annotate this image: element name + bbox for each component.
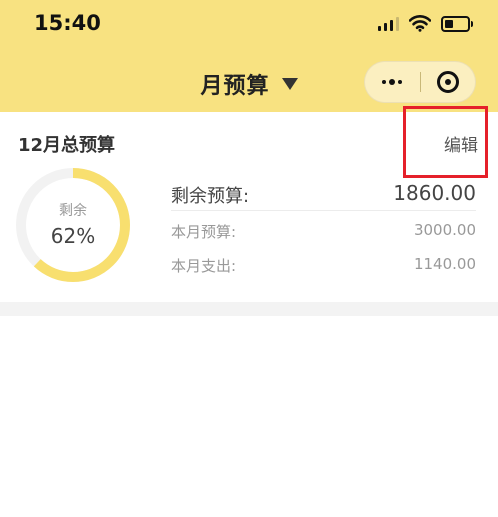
budget-page: 15:40 月预算 12月总预算 编辑 剩余 62% 剩余预算: 1860.00…: [0, 0, 498, 517]
monthly-expense-value: 1140.00: [413, 255, 476, 273]
nav-title: 月预算: [200, 74, 270, 99]
stat-divider: [171, 210, 476, 211]
remaining-budget-value: 1860.00: [393, 181, 476, 205]
caret-down-icon: [281, 78, 298, 90]
header: 15:40 月预算: [0, 0, 498, 112]
card-title: 12月总预算: [18, 135, 116, 156]
more-dots-icon: [382, 79, 403, 85]
more-button[interactable]: [365, 62, 420, 102]
wifi-icon: [409, 15, 431, 32]
battery-icon: [441, 15, 473, 32]
ring-percent: 62%: [50, 224, 96, 248]
edit-button[interactable]: 编辑: [444, 131, 478, 156]
section-gap: [0, 302, 498, 316]
monthly-budget-label: 本月预算:: [171, 223, 237, 241]
remaining-ring: 剩余 62%: [14, 166, 132, 284]
target-close-icon: [436, 71, 459, 93]
monthly-expense-label: 本月支出:: [171, 257, 237, 275]
miniprogram-capsule: [364, 61, 476, 103]
status-time: 15:40: [34, 11, 101, 35]
budget-card: 12月总预算 编辑 剩余 62% 剩余预算: 1860.00 本月预算: 300…: [0, 112, 498, 302]
status-icons: [378, 15, 473, 32]
remaining-budget-label: 剩余预算:: [171, 186, 250, 207]
ring-label: 剩余: [59, 203, 87, 219]
battery-level: [445, 19, 453, 28]
monthly-budget-value: 3000.00: [413, 221, 476, 239]
month-budget-selector[interactable]: 月预算: [200, 68, 298, 100]
signal-icon: [378, 16, 399, 31]
close-miniprogram-button[interactable]: [421, 62, 476, 102]
